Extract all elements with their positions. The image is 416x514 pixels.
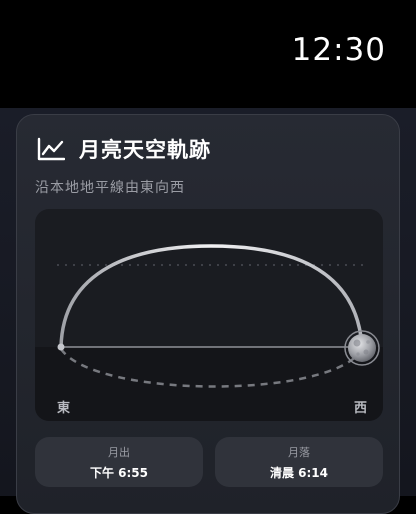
below-horizon-area <box>35 347 383 421</box>
east-label: 東 <box>57 401 71 416</box>
moonset-time: 清晨 6:14 <box>269 465 329 480</box>
moonrise-time: 下午 6:55 <box>89 465 149 480</box>
status-bar: 12:30 <box>0 0 416 108</box>
rise-set-times: 月出 下午 6:55 月落 清晨 6:14 <box>35 437 383 487</box>
moonset-tile[interactable]: 月落 清晨 6:14 <box>215 437 383 487</box>
rise-point <box>57 343 65 351</box>
moonrise-tile[interactable]: 月出 下午 6:55 <box>35 437 203 487</box>
card-title: 月亮天空軌跡 <box>79 138 211 162</box>
moonset-label: 月落 <box>288 445 310 459</box>
card-subtitle: 沿本地地平線由東向西 <box>35 180 185 196</box>
sky-path-chart: 東 西 <box>35 209 383 421</box>
moon-path-card: 月亮天空軌跡 沿本地地平線由東向西 東 西 月出 下午 6:55 月落 清晨 6… <box>16 114 400 514</box>
status-time: 12:30 <box>291 32 386 68</box>
line-chart-icon <box>37 137 65 161</box>
card-header: 月亮天空軌跡 <box>37 135 211 163</box>
moonrise-label: 月出 <box>108 445 130 459</box>
moon-arc-path <box>59 244 364 349</box>
moon-icon <box>344 330 380 366</box>
sky-path-graphic <box>35 244 383 421</box>
west-label: 西 <box>353 401 367 416</box>
